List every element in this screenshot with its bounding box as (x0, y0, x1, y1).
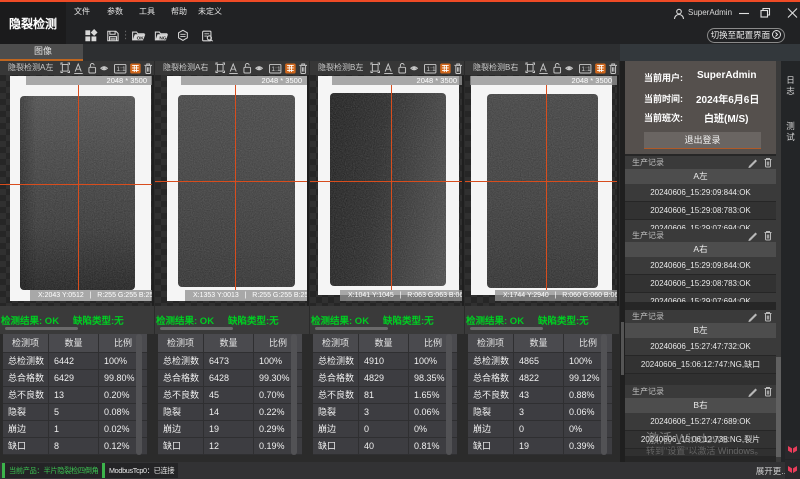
svg-text:1:1: 1:1 (581, 66, 591, 73)
svg-text:1:1: 1:1 (426, 66, 436, 73)
svg-text:1:1: 1:1 (271, 66, 281, 73)
svg-text:1:1: 1:1 (116, 66, 126, 73)
svg-text:OK: OK (137, 36, 145, 42)
svg-text:NG: NG (159, 36, 166, 42)
